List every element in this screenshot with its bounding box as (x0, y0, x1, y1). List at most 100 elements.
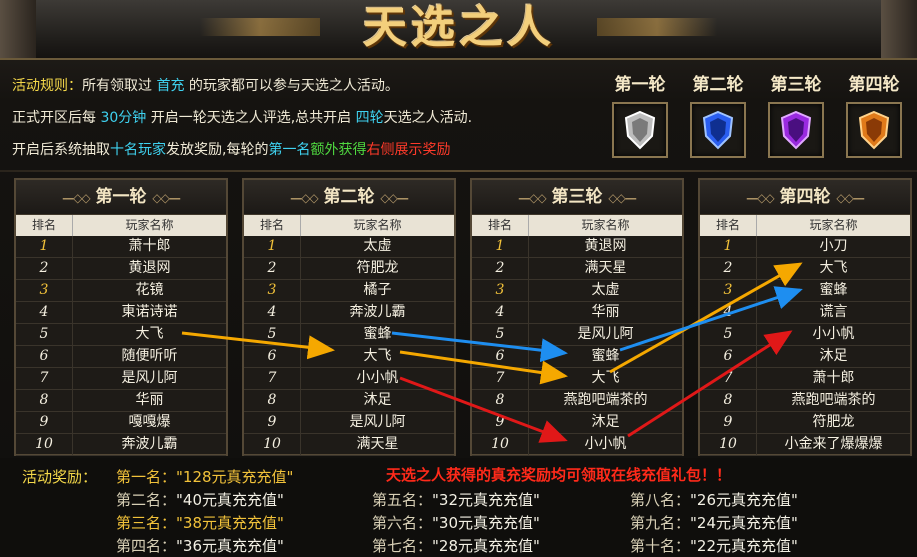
player-name-cell: 橘子 (363, 282, 392, 298)
rank-cell: 4 (244, 302, 301, 323)
rank-cell: 5 (472, 324, 529, 345)
player-name-cell: 蜜蜂 (363, 326, 392, 342)
reward-rank-label: 第七名： (372, 537, 433, 555)
reward-item-8: 第八名："26元真充充值" (630, 489, 798, 510)
player-name-cell: 嘎嘎爆 (128, 414, 171, 430)
rank-column-header: 排名 (16, 215, 73, 236)
banner-wing-right (597, 18, 717, 36)
table-row: 5 蜜蜂 (244, 324, 454, 346)
table-row: 2 满天星 (472, 258, 682, 280)
reward-item-2: 第二名："40元真充充值" (116, 489, 284, 510)
player-name-cell: 蜜蜂 (819, 282, 848, 298)
rewards-title: 活动奖励： (22, 468, 98, 486)
table-row: 1 太虚 (244, 236, 454, 258)
reward-item-4: 第四名："36元真充充值" (116, 535, 284, 556)
player-name-cell: 小金来了爆爆爆 (784, 436, 883, 452)
rules-text: 所有领取过 (82, 78, 152, 94)
rules-text: 天选之人活动. (383, 110, 473, 126)
rank-cell: 9 (16, 412, 73, 433)
rank-cell: 6 (244, 346, 301, 367)
rank-cell: 2 (16, 258, 73, 279)
table-row: 8 沐足 (244, 390, 454, 412)
reward-item-9: 第九名："24元真充充值" (630, 512, 798, 533)
table-row: 6 大飞 (244, 346, 454, 368)
table-row: 3 太虚 (472, 280, 682, 302)
table-row: 1 萧十郎 (16, 236, 226, 258)
reward-value: "40元真充充值" (176, 491, 284, 509)
table-row: 5 小小帆 (700, 324, 910, 346)
player-name-cell: 沐足 (819, 348, 848, 364)
rank-cell: 1 (700, 236, 757, 257)
rank-cell: 8 (700, 390, 757, 411)
rules-highlight: 第一名 (268, 142, 311, 158)
rewards-notice: 天选之人获得的真充奖励均可领取在线充值礼包！！ (386, 466, 732, 484)
player-name-cell: 太虚 (363, 238, 392, 254)
table-title-text: 第四轮 (779, 187, 831, 207)
table-row: 10 奔波儿霸 (16, 434, 226, 456)
rules-text: 的玩家都可以参与天选之人活动。 (188, 78, 399, 94)
table-row: 1 小刀 (700, 236, 910, 258)
top-banner: 天选之人 (0, 0, 917, 60)
player-name-cell: 燕跑吧端茶的 (791, 392, 876, 408)
rank-cell: 3 (472, 280, 529, 301)
rank-cell: 7 (16, 368, 73, 389)
reward-item-3: 第三名："38元真充充值" (116, 512, 284, 533)
player-name-cell: 萧十郎 (128, 238, 171, 254)
rules-highlight: 30分钟 (100, 110, 147, 126)
event-page: 天选之人 活动规则：所有领取过 首充 的玩家都可以参与天选之人活动。 正式开区后… (0, 0, 917, 557)
player-name-cell: 满天星 (584, 260, 627, 276)
rank-cell: 4 (16, 302, 73, 323)
player-name-cell: 大飞 (135, 326, 164, 342)
rules-text: 正式开区后每 (12, 110, 101, 126)
rank-column-header: 排名 (472, 215, 529, 236)
player-name-cell: 太虚 (591, 282, 620, 298)
rank-cell: 1 (16, 236, 73, 257)
orange-shield-icon[interactable] (846, 102, 902, 158)
player-column-header: 玩家名称 (353, 218, 402, 232)
rank-cell: 7 (700, 368, 757, 389)
player-name-cell: 萧十郎 (812, 370, 855, 386)
player-name-cell: 满天星 (356, 436, 399, 452)
table-column-header: 排名 玩家名称 (472, 215, 682, 236)
rank-cell: 8 (244, 390, 301, 411)
banner-wing-left (200, 18, 320, 36)
player-name-cell: 奔波儿霸 (121, 436, 178, 452)
table-row: 2 黄退网 (16, 258, 226, 280)
player-column-header: 玩家名称 (581, 218, 630, 232)
reward-value: "32元真充充值" (432, 491, 540, 509)
table-row: 8 燕跑吧端茶的 (700, 390, 910, 412)
table-row: 6 随便听听 (16, 346, 226, 368)
reward-value: "24元真充充值" (690, 514, 798, 532)
rules-label: 活动规则： (12, 78, 82, 94)
rules-highlight-red: 右侧展示奖励 (366, 142, 451, 158)
ranking-table-round-4: —◇◇ 第四轮 ◇◇— 排名 玩家名称 1 小刀 2 大飞 3 蜜蜂 4 谎言 5 小小帆 6 沐足 7 萧十郎… (698, 178, 912, 456)
player-name-cell: 是风儿阿 (121, 370, 178, 386)
blue-shield-icon[interactable] (690, 102, 746, 158)
rank-cell: 5 (244, 324, 301, 345)
player-name-cell: 小小帆 (584, 436, 627, 452)
rank-cell: 2 (472, 258, 529, 279)
player-name-cell: 华丽 (591, 304, 620, 320)
section-divider (0, 170, 917, 172)
player-name-cell: 随便听听 (121, 348, 178, 364)
table-title: —◇◇ 第一轮 ◇◇— (16, 180, 226, 215)
player-column-header: 玩家名称 (125, 218, 174, 232)
rank-cell: 3 (16, 280, 73, 301)
purple-shield-icon[interactable] (768, 102, 824, 158)
rules-text: 发放奖励,每轮的 (166, 142, 269, 158)
reward-round-2-label: 第二轮 (692, 75, 744, 95)
silver-shield-icon[interactable] (612, 102, 668, 158)
table-row: 10 满天星 (244, 434, 454, 456)
player-name-cell: 大飞 (363, 348, 392, 364)
player-name-cell: 沐足 (363, 392, 392, 408)
ranking-table-round-1: —◇◇ 第一轮 ◇◇— 排名 玩家名称 1 萧十郎 2 黄退网 3 花镜 4 東诺诗诺 5 大飞 6 随便听… (14, 178, 228, 456)
table-row: 7 是风儿阿 (16, 368, 226, 390)
reward-item-10: 第十名："22元真充充值" (630, 535, 798, 556)
table-row: 9 嘎嘎爆 (16, 412, 226, 434)
rules-line-1: 活动规则：所有领取过 首充 的玩家都可以参与天选之人活动。 (12, 70, 597, 102)
table-title: —◇◇ 第三轮 ◇◇— (472, 180, 682, 215)
rank-column-header: 排名 (244, 215, 301, 236)
table-row: 9 是风儿阿 (244, 412, 454, 434)
player-name-cell: 小刀 (819, 238, 848, 254)
rank-cell: 10 (16, 434, 73, 455)
